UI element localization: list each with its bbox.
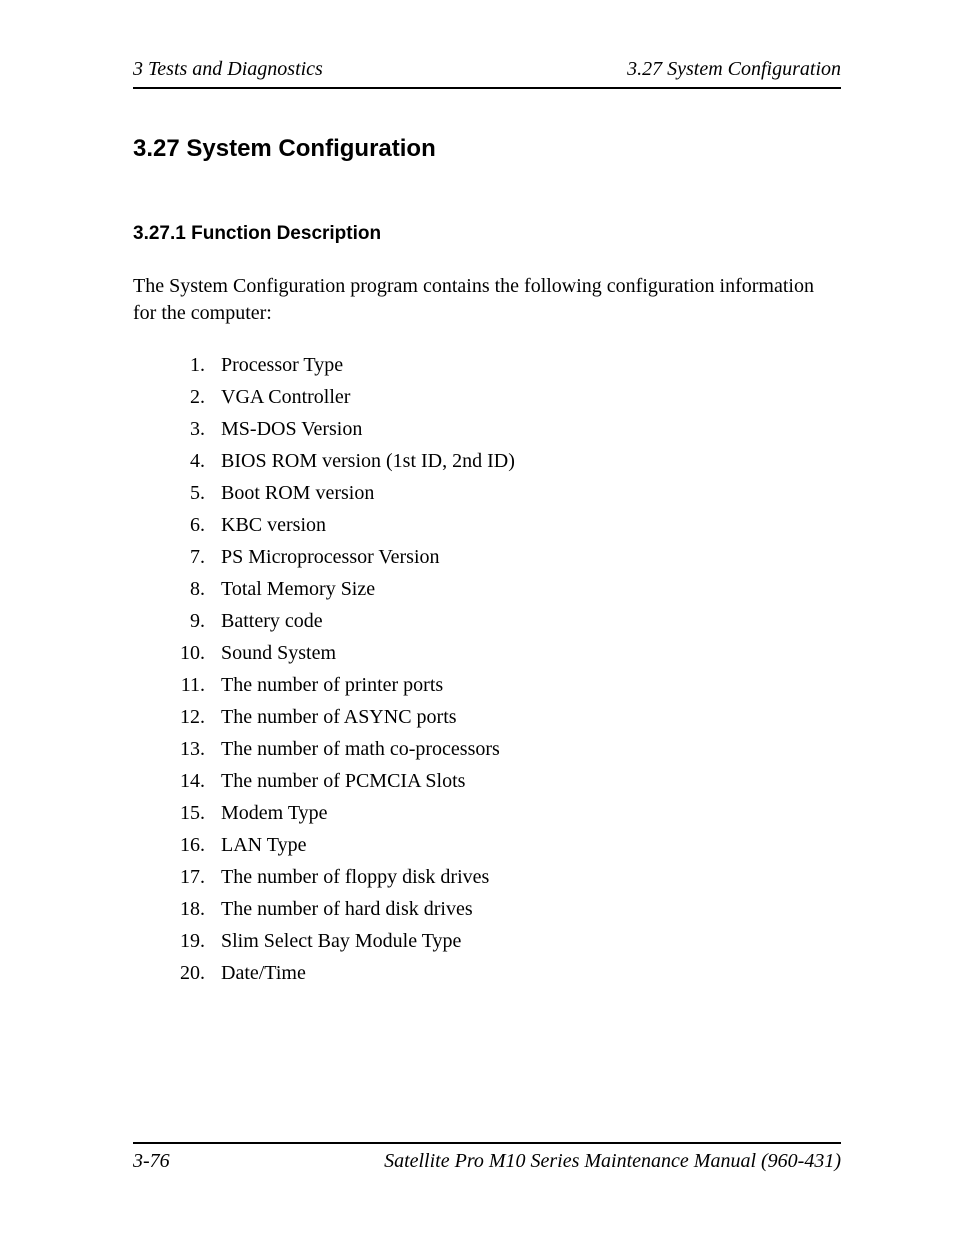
- list-item: Sound System: [211, 637, 841, 669]
- list-item: The number of floppy disk drives: [211, 861, 841, 893]
- page: 3 Tests and Diagnostics 3.27 System Conf…: [0, 0, 954, 1235]
- list-item: Modem Type: [211, 797, 841, 829]
- list-item: Boot ROM version: [211, 477, 841, 509]
- list-item: Battery code: [211, 605, 841, 637]
- subsection-title: 3.27.1 Function Description: [133, 223, 841, 245]
- list-item: KBC version: [211, 509, 841, 541]
- list-item: The number of math co-processors: [211, 733, 841, 765]
- page-header: 3 Tests and Diagnostics 3.27 System Conf…: [133, 58, 841, 89]
- header-right: 3.27 System Configuration: [627, 58, 841, 81]
- footer-page-number: 3-76: [133, 1150, 170, 1173]
- list-item: The number of PCMCIA Slots: [211, 765, 841, 797]
- list-item: PS Microprocessor Version: [211, 541, 841, 573]
- list-item: LAN Type: [211, 829, 841, 861]
- header-left: 3 Tests and Diagnostics: [133, 58, 323, 81]
- list-item: Slim Select Bay Module Type: [211, 925, 841, 957]
- list-item: The number of hard disk drives: [211, 893, 841, 925]
- list-item: Processor Type: [211, 349, 841, 381]
- list-item: Total Memory Size: [211, 573, 841, 605]
- intro-paragraph: The System Configuration program contain…: [133, 273, 841, 327]
- config-list: Processor Type VGA Controller MS-DOS Ver…: [133, 349, 841, 989]
- list-item: BIOS ROM version (1st ID, 2nd ID): [211, 445, 841, 477]
- section-title: 3.27 System Configuration: [133, 135, 841, 163]
- page-footer: 3-76 Satellite Pro M10 Series Maintenanc…: [133, 1142, 841, 1173]
- footer-manual-title: Satellite Pro M10 Series Maintenance Man…: [384, 1150, 841, 1173]
- list-item: The number of ASYNC ports: [211, 701, 841, 733]
- list-item: MS-DOS Version: [211, 413, 841, 445]
- list-item: VGA Controller: [211, 381, 841, 413]
- list-item: The number of printer ports: [211, 669, 841, 701]
- list-item: Date/Time: [211, 957, 841, 989]
